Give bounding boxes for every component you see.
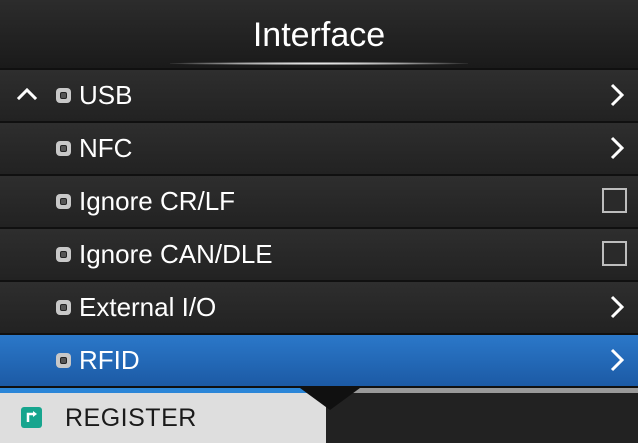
menu-list: USB NFC Ignore CR/LF Ignore CAN/DLE Exte… bbox=[0, 70, 638, 388]
menu-item-label: RFID bbox=[79, 345, 140, 375]
menu-item-external-io[interactable]: External I/O bbox=[0, 282, 638, 333]
title-underline-glow bbox=[170, 62, 468, 65]
lock-icon bbox=[56, 247, 71, 262]
lock-icon bbox=[56, 194, 71, 209]
menu-item-label: External I/O bbox=[79, 292, 217, 322]
caret-up-icon[interactable] bbox=[16, 83, 38, 105]
menu-item-nfc[interactable]: NFC bbox=[0, 123, 638, 174]
menu-item-ignore-can-dle[interactable]: Ignore CAN/DLE bbox=[0, 229, 638, 280]
menu-item-label: USB bbox=[79, 80, 133, 110]
chevron-right-icon bbox=[610, 83, 624, 107]
menu-item-label: Ignore CR/LF bbox=[79, 186, 236, 216]
page-title: Interface bbox=[252, 16, 386, 54]
ignore-cr-lf-checkbox[interactable] bbox=[602, 188, 627, 213]
menu-item-ignore-cr-lf[interactable]: Ignore CR/LF bbox=[0, 176, 638, 227]
menu-item-label: NFC bbox=[79, 133, 133, 163]
lock-icon bbox=[56, 353, 71, 368]
printer-screen: Interface USB NFC Ignore CR/LF Ignore CA… bbox=[0, 0, 638, 443]
ignore-can-dle-checkbox[interactable] bbox=[602, 241, 627, 266]
register-button[interactable]: REGISTER bbox=[0, 393, 326, 443]
title-bar: Interface bbox=[0, 0, 638, 68]
chevron-right-icon bbox=[610, 348, 624, 372]
register-label: REGISTER bbox=[65, 404, 197, 432]
arrow-icon bbox=[26, 411, 37, 422]
lock-icon bbox=[56, 88, 71, 103]
chevron-right-icon bbox=[610, 136, 624, 160]
chevron-right-icon bbox=[610, 295, 624, 319]
menu-item-rfid[interactable]: RFID bbox=[0, 335, 638, 386]
register-icon bbox=[21, 407, 42, 428]
footer-empty-panel bbox=[326, 393, 638, 443]
menu-item-label: Ignore CAN/DLE bbox=[79, 239, 273, 269]
footer-notch bbox=[300, 388, 360, 410]
menu-item-usb[interactable]: USB bbox=[0, 70, 638, 121]
lock-icon bbox=[56, 141, 71, 156]
lock-icon bbox=[56, 300, 71, 315]
